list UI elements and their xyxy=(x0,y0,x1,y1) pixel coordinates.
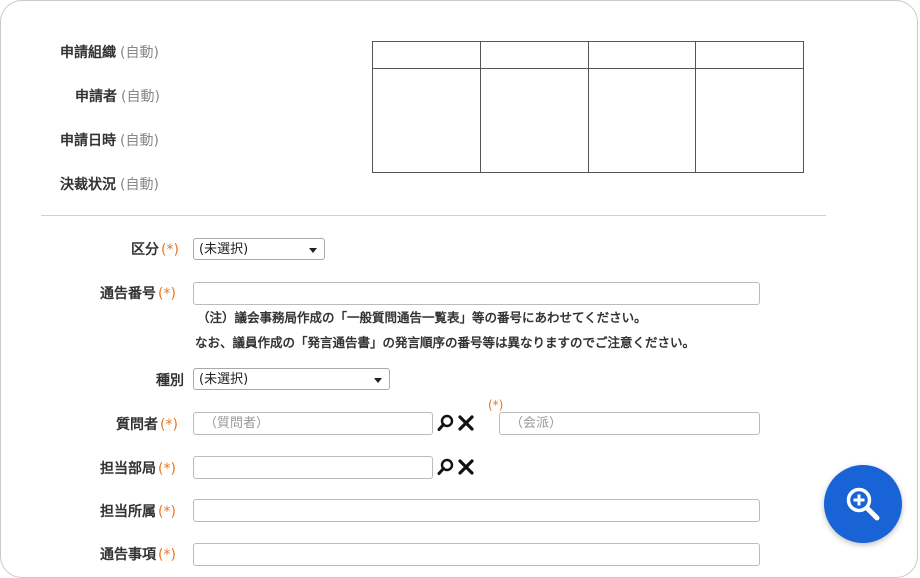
stamp-cell xyxy=(587,68,697,173)
notice-number-required: (*) xyxy=(158,286,176,302)
search-icon[interactable] xyxy=(437,458,455,476)
type-label: 種別 xyxy=(156,373,184,389)
applicant-label: 申請者 (自動) xyxy=(75,89,160,105)
category-select[interactable]: (未選択) xyxy=(193,238,325,260)
faction-input[interactable]: （会派） xyxy=(499,412,760,435)
zoom-in-icon xyxy=(846,487,880,521)
category-label: 区分 (*) xyxy=(131,242,179,258)
form-panel: 申請組織 (自動) 申請者 (自動) 申請日時 (自動) 決裁状況 (自動) 区分 (*)… xyxy=(0,0,918,578)
faction-required: (*) xyxy=(488,398,504,412)
notice-item-required: (*) xyxy=(158,547,176,563)
notice-note-line1: （注）議会事務局作成の「一般質問通告一覧表」等の番号にあわせてください。 xyxy=(197,310,647,325)
department-required: (*) xyxy=(158,461,176,477)
section-divider xyxy=(41,215,826,216)
section-label: 担当所属 (*) xyxy=(100,504,176,520)
section-input[interactable] xyxy=(193,499,760,522)
stamp-header-cell xyxy=(695,41,804,69)
search-icon[interactable] xyxy=(437,414,455,432)
questioner-label: 質問者 (*) xyxy=(116,417,178,433)
date-label: 申請日時 (自動) xyxy=(60,133,159,149)
department-input[interactable] xyxy=(193,456,433,479)
stamp-cell xyxy=(695,68,804,173)
stamp-header-cell xyxy=(372,41,481,69)
notice-number-label: 通告番号 (*) xyxy=(100,286,176,302)
notice-item-input[interactable] xyxy=(193,543,760,566)
applicant-auto: (自動) xyxy=(121,89,160,105)
approval-label: 決裁状況 (自動) xyxy=(60,177,159,193)
close-icon[interactable] xyxy=(457,458,475,476)
stamp-header-cell xyxy=(587,41,697,69)
notice-number-input[interactable] xyxy=(193,282,760,305)
zoom-in-button[interactable] xyxy=(824,465,902,543)
category-required: (*) xyxy=(161,242,179,258)
questioner-input[interactable]: （質問者） xyxy=(193,412,433,435)
notice-note-line2: なお、議員作成の「発言通告書」の発言順序の番号等は異なりますのでご注意ください。 xyxy=(195,335,696,350)
date-auto: (自動) xyxy=(120,133,159,149)
approval-stamp-table xyxy=(372,41,804,173)
stamp-cell xyxy=(479,68,589,173)
stamp-header-cell xyxy=(479,41,589,69)
close-icon[interactable] xyxy=(457,414,475,432)
chevron-down-icon xyxy=(309,248,317,253)
stamp-cell xyxy=(372,68,481,173)
questioner-required: (*) xyxy=(160,417,178,433)
section-required: (*) xyxy=(158,504,176,520)
notice-item-label: 通告事項 (*) xyxy=(100,547,176,563)
chevron-down-icon xyxy=(374,378,382,383)
approval-auto: (自動) xyxy=(120,177,159,193)
org-auto: (自動) xyxy=(120,45,159,61)
type-select[interactable]: (未選択) xyxy=(193,368,390,390)
org-label: 申請組織 (自動) xyxy=(60,45,159,61)
department-label: 担当部局 (*) xyxy=(100,461,176,477)
